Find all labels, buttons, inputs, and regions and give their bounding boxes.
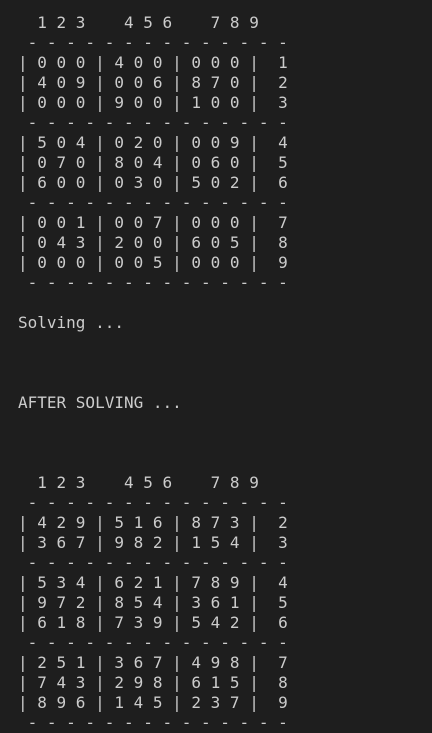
- terminal-line: | 0 4 3 | 2 0 0 | 6 0 5 | 8: [18, 233, 288, 252]
- terminal-line: | 6 0 0 | 0 3 0 | 5 0 2 | 6: [18, 173, 288, 192]
- terminal-line: | 3 6 7 | 9 8 2 | 1 5 4 | 3: [18, 533, 288, 552]
- terminal-line: 1 2 3 4 5 6 7 8 9: [18, 473, 259, 492]
- terminal-line: | 5 3 4 | 6 2 1 | 7 8 9 | 4: [18, 573, 288, 592]
- terminal-line: 1 2 3 4 5 6 7 8 9: [18, 13, 259, 32]
- terminal-line: Solving ...: [18, 313, 124, 332]
- terminal-line: - - - - - - - - - - - - - -: [18, 493, 288, 512]
- terminal-output: 1 2 3 4 5 6 7 8 9 - - - - - - - - - - - …: [0, 0, 432, 733]
- terminal-line: | 8 9 6 | 1 4 5 | 2 3 7 | 9: [18, 693, 288, 712]
- terminal-line: | 4 2 9 | 5 1 6 | 8 7 3 | 2: [18, 513, 288, 532]
- terminal-line: | 0 0 1 | 0 0 7 | 0 0 0 | 7: [18, 213, 288, 232]
- terminal-line: - - - - - - - - - - - - - -: [18, 713, 288, 732]
- terminal-line: | 4 0 9 | 0 0 6 | 8 7 0 | 2: [18, 73, 288, 92]
- terminal-line: - - - - - - - - - - - - - -: [18, 633, 288, 652]
- terminal-line: | 7 4 3 | 2 9 8 | 6 1 5 | 8: [18, 673, 288, 692]
- terminal-line: | 0 0 0 | 0 0 5 | 0 0 0 | 9: [18, 253, 288, 272]
- terminal-line: | 6 1 8 | 7 3 9 | 5 4 2 | 6: [18, 613, 288, 632]
- terminal-line: - - - - - - - - - - - - - -: [18, 553, 288, 572]
- terminal-line: | 0 0 0 | 4 0 0 | 0 0 0 | 1: [18, 53, 288, 72]
- terminal-line: | 0 7 0 | 8 0 4 | 0 6 0 | 5: [18, 153, 288, 172]
- terminal-line: - - - - - - - - - - - - - -: [18, 113, 288, 132]
- terminal-line: - - - - - - - - - - - - - -: [18, 273, 288, 292]
- terminal-line: | 0 0 0 | 9 0 0 | 1 0 0 | 3: [18, 93, 288, 112]
- terminal-line: | 9 7 2 | 8 5 4 | 3 6 1 | 5: [18, 593, 288, 612]
- terminal-line: - - - - - - - - - - - - - -: [18, 33, 288, 52]
- terminal-line: - - - - - - - - - - - - - -: [18, 193, 288, 212]
- terminal-line: | 2 5 1 | 3 6 7 | 4 9 8 | 7: [18, 653, 288, 672]
- terminal-line: | 5 0 4 | 0 2 0 | 0 0 9 | 4: [18, 133, 288, 152]
- terminal-line: AFTER SOLVING ...: [18, 393, 182, 412]
